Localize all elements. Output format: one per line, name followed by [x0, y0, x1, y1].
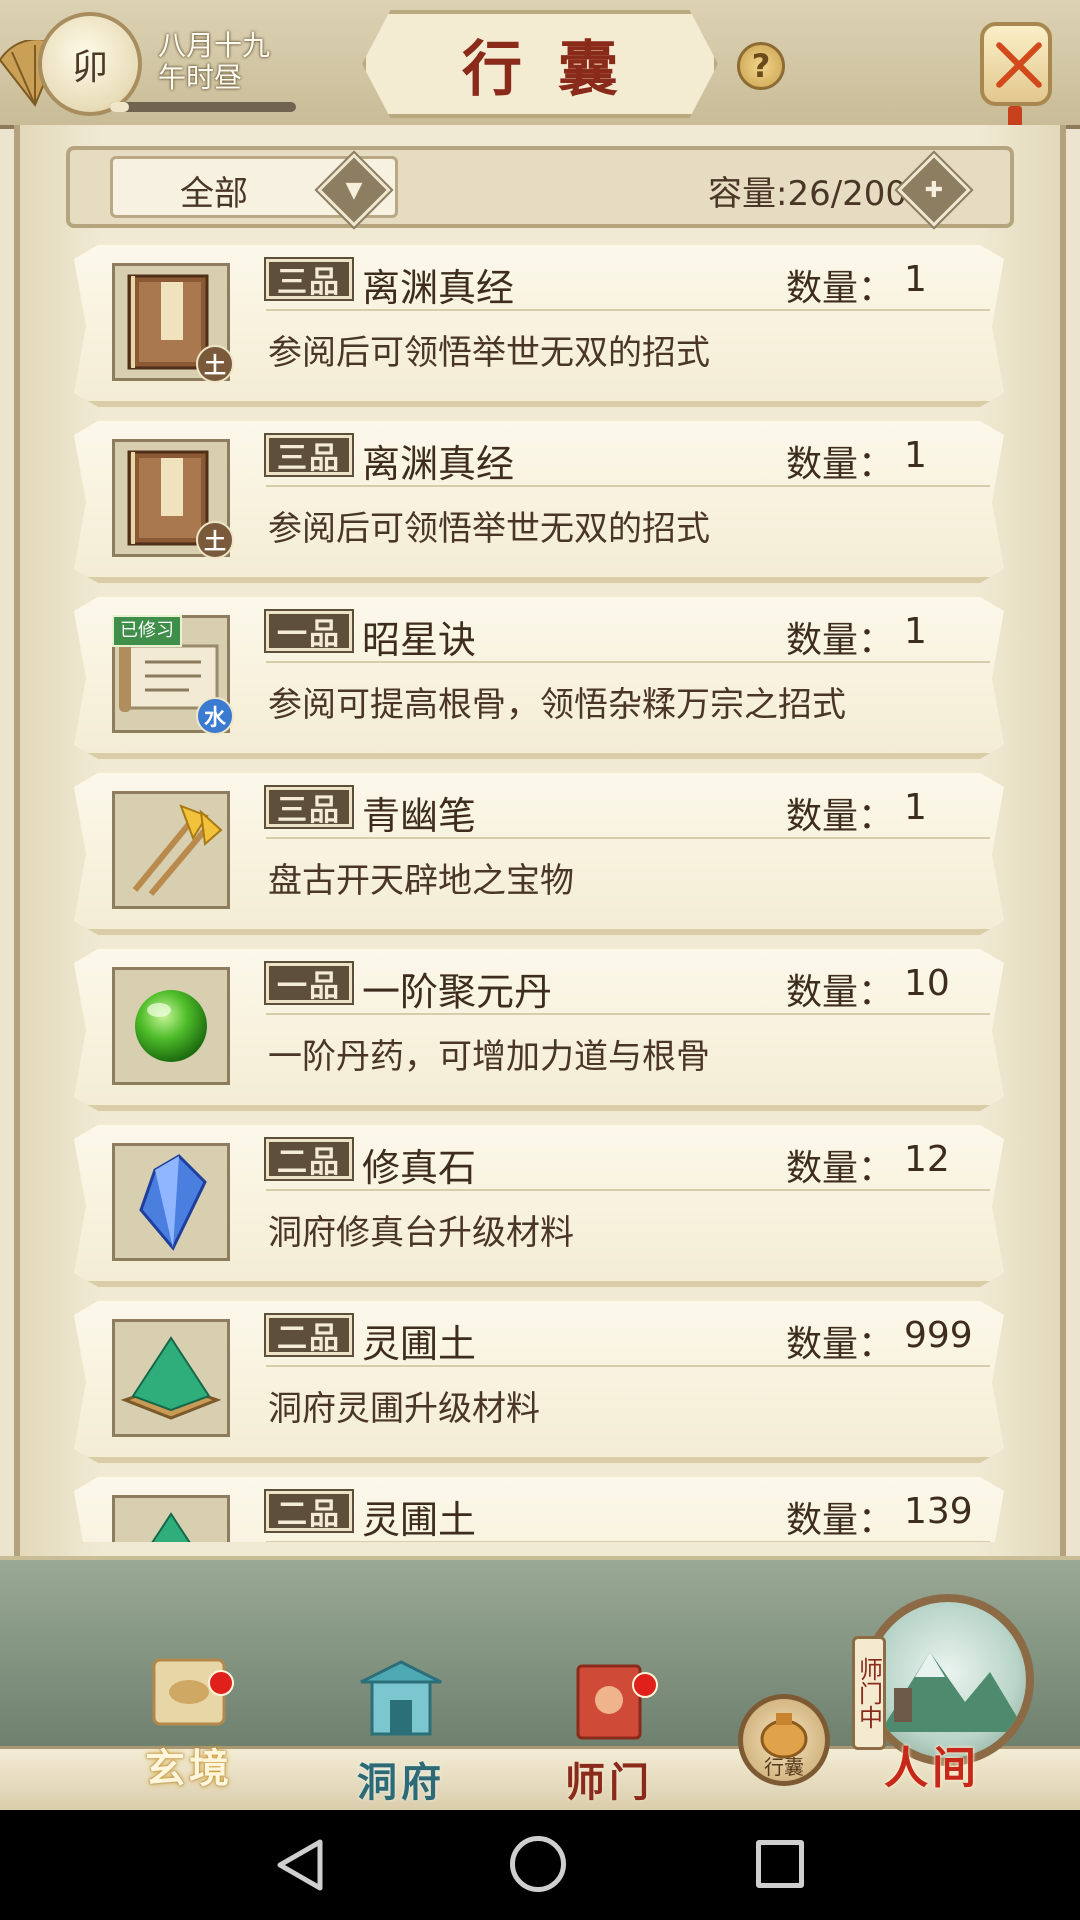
inventory-item-card[interactable]: 二品 灵圃土 数量： 999 洞府灵圃升级材料 [74, 1301, 1004, 1463]
quantity-label: 数量： [786, 972, 895, 1013]
grade-badge: 三品 [264, 785, 354, 829]
quantity-label: 数量： [786, 268, 895, 309]
item-name: 灵圃土 [362, 1322, 477, 1366]
quantity-label: 数量： [786, 1324, 895, 1365]
time-label: 卯 [71, 47, 108, 88]
back-icon[interactable] [276, 1838, 324, 1892]
inventory-item-card[interactable]: 二品 灵圃土 数量： 139 [74, 1477, 1004, 1542]
grade-badge: 三品 [264, 257, 354, 301]
item-name: 灵圃土 [362, 1498, 477, 1542]
notification-dot [208, 1670, 234, 1696]
divider [266, 837, 990, 839]
grade-badge: 三品 [264, 433, 354, 477]
item-name: 一阶聚元丹 [362, 970, 553, 1014]
pavilion-icon [360, 1660, 442, 1736]
quantity-label: 数量： [786, 796, 895, 837]
quantity-label: 数量： [786, 1148, 895, 1189]
nav-shimen[interactable]: 师门 [544, 1660, 674, 1808]
nav-xuanjing[interactable]: 玄境 [124, 1652, 254, 1794]
quantity-value: 1 [904, 787, 927, 828]
time-progress-fill [110, 102, 129, 112]
item-description: 参阅可提高根骨，领悟杂糅万宗之招式 [268, 685, 846, 725]
item-name: 修真石 [362, 1146, 477, 1190]
quantity-label: 数量： [786, 1500, 895, 1541]
quantity-value: 139 [904, 1491, 973, 1532]
item-description: 洞府灵圃升级材料 [268, 1389, 540, 1429]
time-progress-bar [110, 102, 296, 112]
item-description: 洞府修真台升级材料 [268, 1213, 574, 1253]
category-dropdown-value: 全部 [180, 174, 248, 214]
brush-icon[interactable] [112, 791, 230, 909]
grade-badge: 二品 [264, 1137, 354, 1181]
nav-dongfu[interactable]: 洞府 [336, 1660, 466, 1808]
crystal-icon[interactable] [112, 1143, 230, 1261]
item-description: 参阅后可领悟举世无双的招式 [268, 333, 710, 373]
item-list[interactable]: 土三品 离渊真经 数量： 1 参阅后可领悟举世无双的招式土三品 离渊真经 数量： 1 参阅后可领… [60, 240, 1020, 1542]
item-description: 一阶丹药，可增加力道与根骨 [268, 1037, 710, 1077]
nav-xingnang-label: 行囊 [764, 1755, 804, 1779]
capacity-label: 容量:26/200 [708, 174, 908, 214]
sect-status-tag: 师门中 [852, 1636, 886, 1750]
item-description: 参阅后可领悟举世无双的招式 [268, 509, 710, 549]
inventory-item-card[interactable]: 二品 修真石 数量： 12 洞府修真台升级材料 [74, 1125, 1004, 1287]
divider [266, 661, 990, 663]
quantity-value: 1 [904, 435, 927, 476]
pill-icon[interactable] [112, 967, 230, 1085]
inventory-item-card[interactable]: 三品 青幽笔 数量： 1 盘古开天辟地之宝物 [74, 773, 1004, 935]
grade-badge: 一品 [264, 961, 354, 1005]
divider [266, 309, 990, 311]
page-title: 行囊 [362, 10, 718, 118]
divider [266, 485, 990, 487]
quantity-value: 1 [904, 259, 927, 300]
close-button[interactable] [980, 22, 1052, 106]
divider [266, 1541, 990, 1542]
learned-badge: 已修习 [112, 615, 182, 647]
quantity-label: 数量： [786, 444, 895, 485]
divider [266, 1013, 990, 1015]
inventory-item-card[interactable]: 水 已修习 一品 昭星诀 数量： 1 参阅可提高根骨，领悟杂糅万宗之招式 [74, 597, 1004, 759]
nav-xingnang[interactable]: 行囊 [738, 1694, 830, 1786]
element-badge: 土 [196, 345, 234, 383]
quantity-label: 数量： [786, 620, 895, 661]
quantity-value: 12 [904, 1139, 950, 1180]
recent-apps-icon[interactable] [756, 1840, 804, 1888]
home-icon[interactable] [510, 1836, 566, 1892]
element-badge: 水 [196, 697, 234, 735]
nav-renjian-label: 人间 [884, 1743, 980, 1794]
inventory-item-card[interactable]: 土 三品 离渊真经 数量： 1 参阅后可领悟举世无双的招式 [74, 421, 1004, 583]
divider [266, 1189, 990, 1191]
divider [266, 1365, 990, 1367]
period-label: 午时昼 [158, 61, 243, 94]
item-description: 盘古开天辟地之宝物 [268, 861, 574, 901]
nav-shimen-label: 师门 [565, 1759, 653, 1806]
item-name: 离渊真经 [362, 266, 515, 310]
item-name: 青幽笔 [362, 794, 477, 838]
grade-badge: 一品 [264, 609, 354, 653]
nav-xuanjing-label: 玄境 [145, 1745, 233, 1792]
item-name: 昭星诀 [362, 618, 477, 662]
grade-badge: 二品 [264, 1313, 354, 1357]
inventory-item-card[interactable]: 一品 一阶聚元丹 数量： 10 一阶丹药，可增加力道与根骨 [74, 949, 1004, 1111]
help-button[interactable]: ? [737, 42, 785, 90]
item-name: 离渊真经 [362, 442, 515, 486]
element-badge: 土 [196, 521, 234, 559]
soil-icon[interactable] [112, 1495, 230, 1542]
nav-dongfu-label: 洞府 [357, 1759, 445, 1806]
soil-icon[interactable] [112, 1319, 230, 1437]
quantity-value: 999 [904, 1315, 973, 1356]
time-of-day-disc[interactable]: 卯 [38, 12, 142, 116]
quantity-value: 1 [904, 611, 927, 652]
inventory-item-card[interactable]: 土 三品 离渊真经 数量： 1 参阅后可领悟举世无双的招式 [74, 245, 1004, 407]
grade-badge: 二品 [264, 1489, 354, 1533]
notification-dot [632, 1672, 658, 1698]
quantity-value: 10 [904, 963, 950, 1004]
